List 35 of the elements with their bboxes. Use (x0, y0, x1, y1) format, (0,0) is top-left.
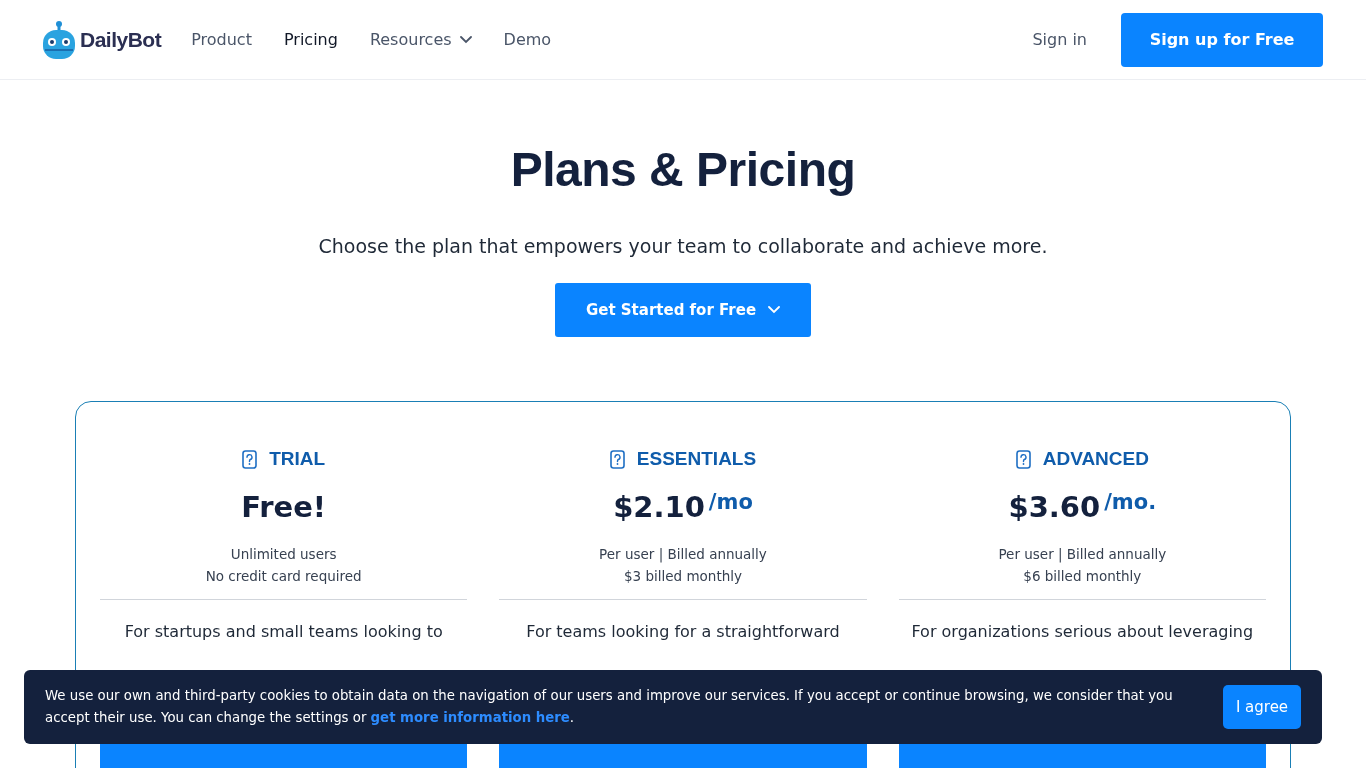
plan-price: $2.10 (613, 490, 705, 524)
plan-price: Free! (241, 490, 327, 524)
plan-note: $3 billed monthly (624, 568, 742, 584)
robot-logo-icon (42, 19, 76, 60)
logo-text[interactable]: DailyBot (80, 27, 162, 52)
page-title: Plans & Pricing (510, 142, 856, 197)
nav-link[interactable]: Product (191, 30, 252, 49)
help-card-icon[interactable] (609, 449, 625, 469)
more-information-link[interactable]: get more information here (370, 710, 570, 725)
price-period: /mo (708, 490, 753, 514)
plan-description: For organizations serious about leveraging (911, 622, 1254, 641)
plan-note: Per user | Billed annually (998, 546, 1167, 562)
agree-button[interactable]: I agree (1223, 685, 1301, 729)
chevron-down-icon (768, 306, 781, 314)
plan-note: No credit card required (205, 568, 362, 584)
cookie-text: We use our own and third-party cookies to obtain data on the navigation of our users and improve our services. If you accept or continue browsing, we consider that you accept their use. You can change the settings or get more information here. (45, 687, 1174, 727)
plan-name: TRIAL (269, 448, 326, 470)
help-card-icon[interactable] (242, 449, 258, 469)
nav-link[interactable]: Demo (503, 30, 552, 49)
help-card-icon[interactable] (1015, 449, 1031, 469)
price-period: /mo. (1104, 490, 1157, 514)
plan-description: For startups and small teams looking to (124, 622, 443, 641)
get-started-button[interactable]: Get Started for Free (555, 283, 811, 337)
sign-up-button[interactable]: Sign up for Free (1121, 12, 1323, 67)
plan-note: $6 billed monthly (1023, 568, 1142, 584)
sign-in-link[interactable]: Sign in (1032, 30, 1087, 49)
plan-note: Per user | Billed annually (599, 546, 767, 562)
plan-description: For teams looking for a straightforward (526, 622, 840, 641)
plan-name: ADVANCED (1042, 448, 1149, 470)
page-subtitle: Choose the plan that empowers your team to collaborate and achieve more. (318, 235, 1048, 257)
nav-link[interactable]: Pricing (283, 30, 338, 49)
plan-price: $3.60 (1008, 490, 1101, 524)
plan-note: Unlimited users (230, 546, 337, 562)
plan-name: ESSENTIALS (636, 448, 757, 470)
nav-link[interactable]: Resources (369, 30, 472, 49)
